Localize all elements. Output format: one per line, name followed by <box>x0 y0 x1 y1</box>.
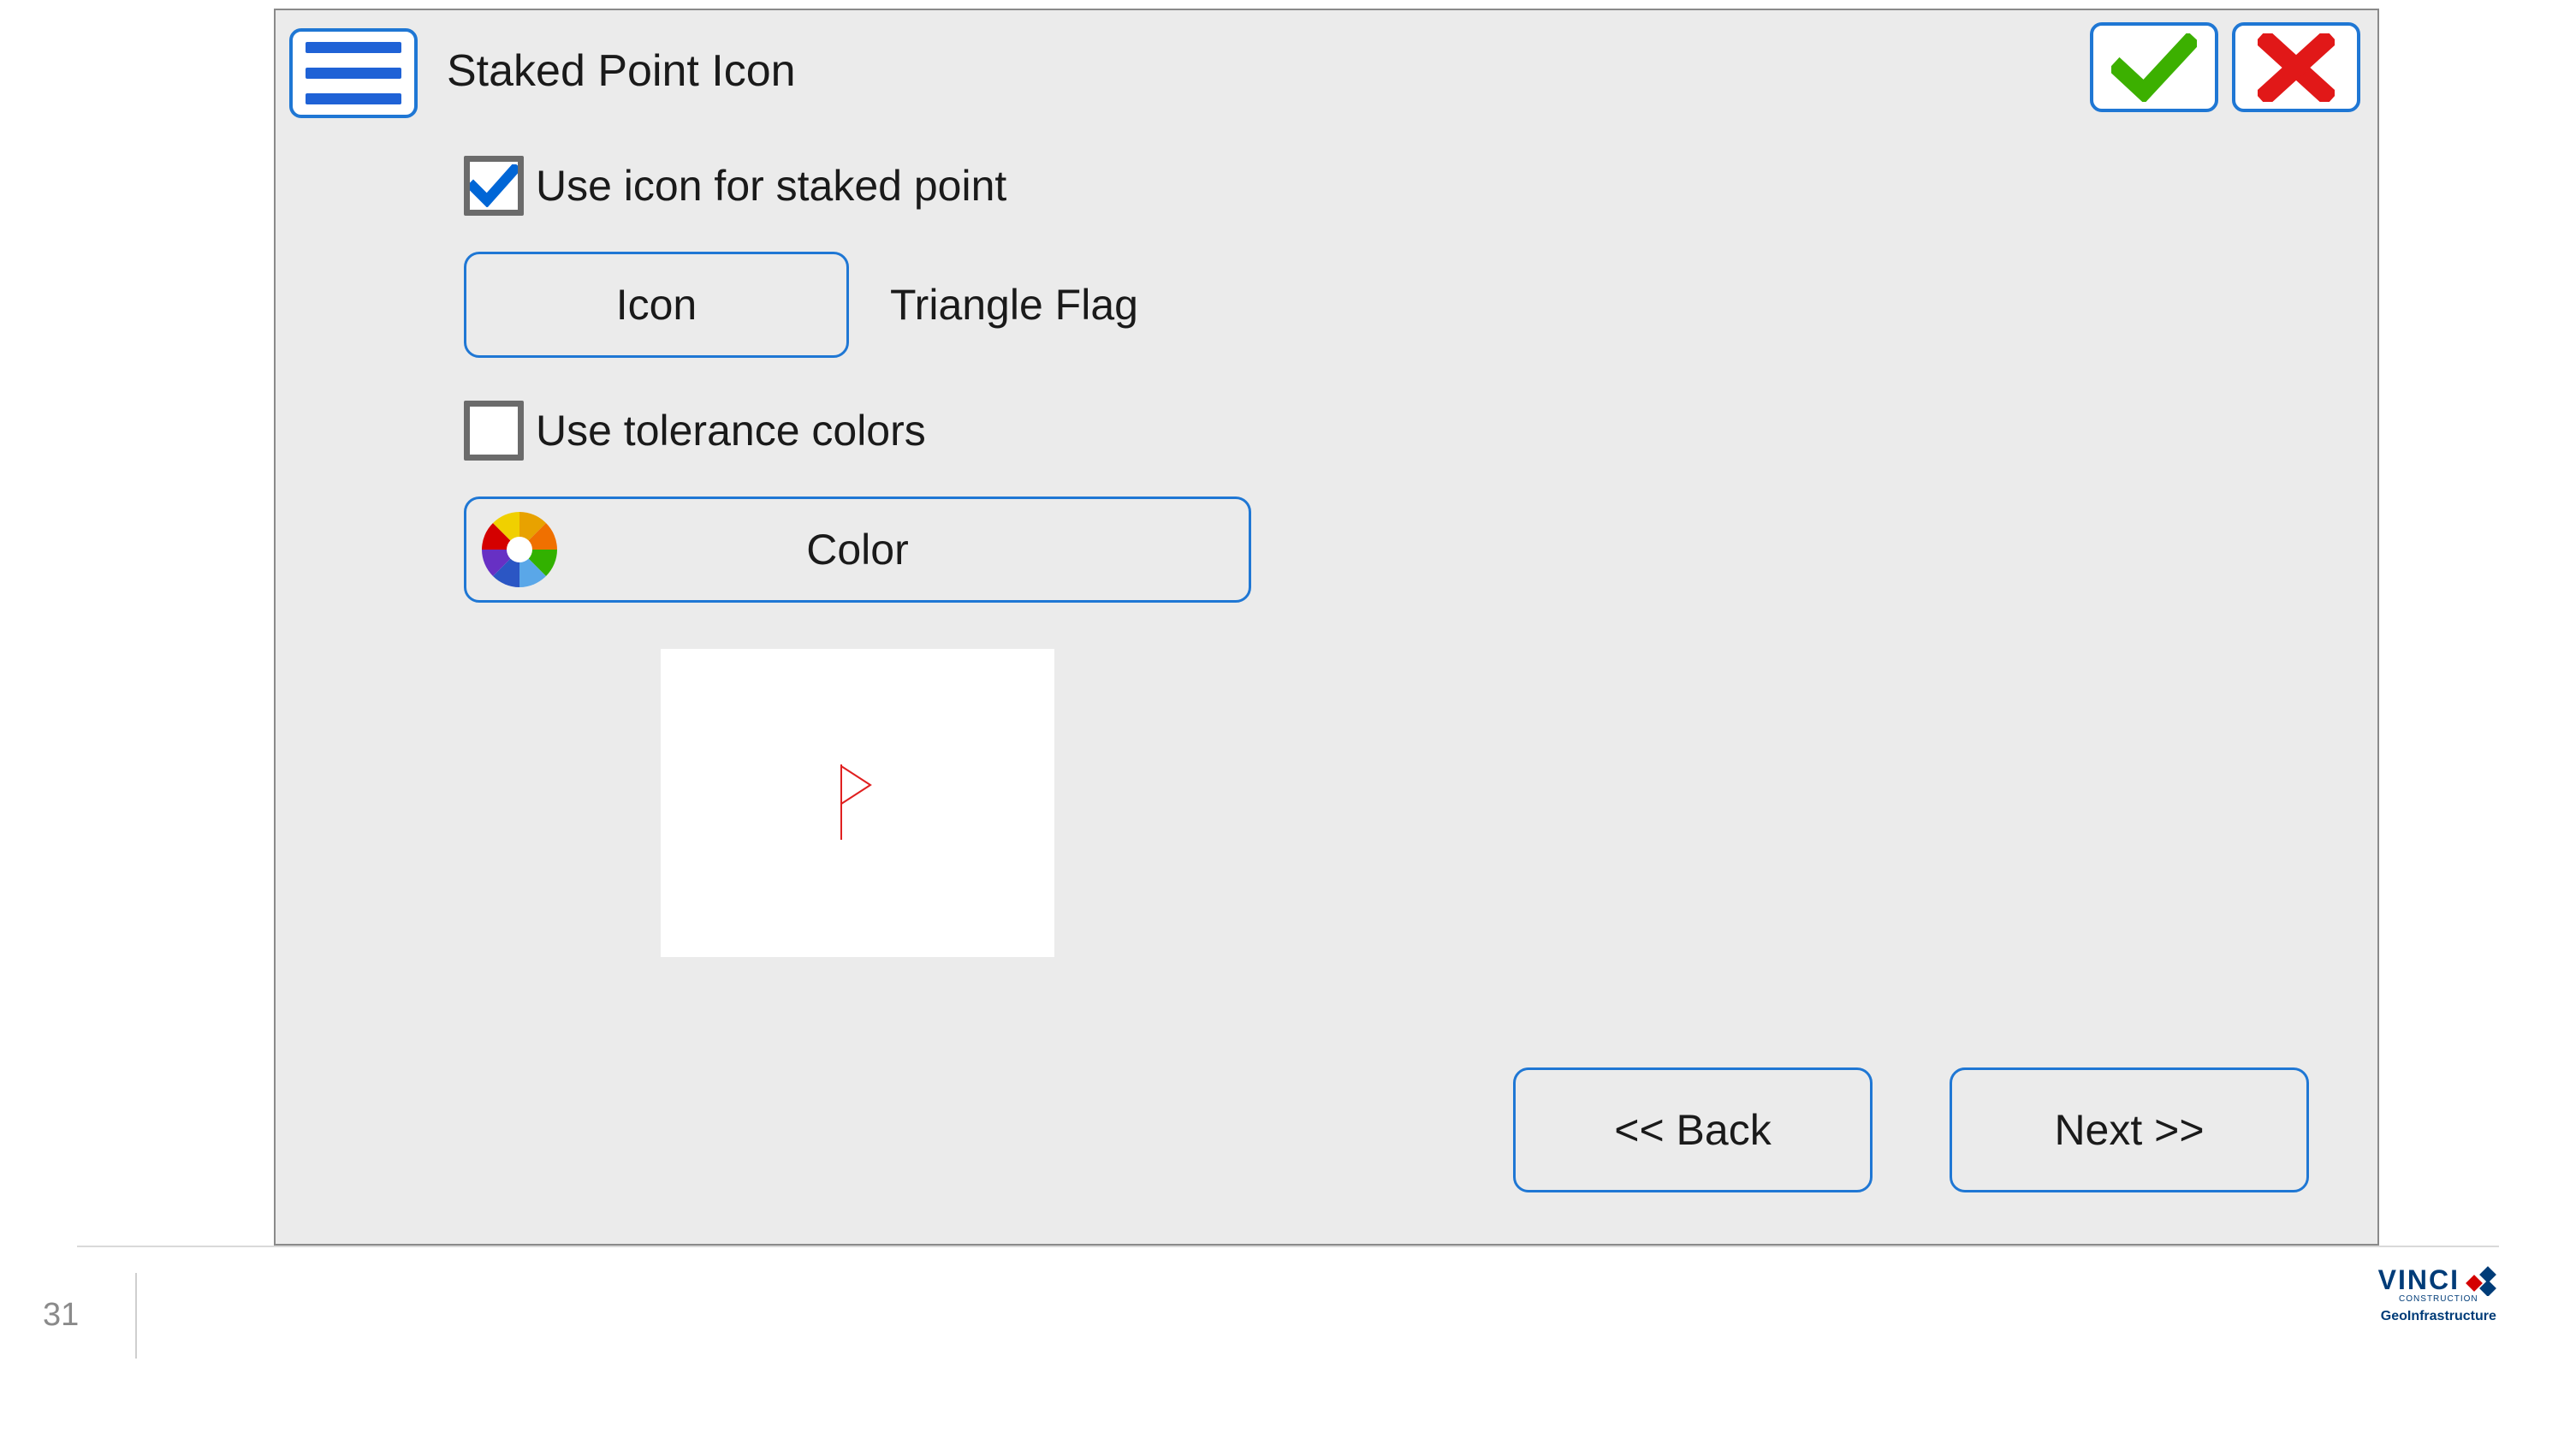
color-wheel-icon <box>477 507 562 592</box>
use-tolerance-checkbox[interactable] <box>464 401 524 461</box>
hamburger-icon <box>306 93 401 104</box>
cancel-button[interactable] <box>2232 22 2360 112</box>
icon-button-label: Icon <box>616 280 697 330</box>
triangle-flag-icon <box>836 764 879 841</box>
color-button-label: Color <box>806 525 908 574</box>
titlebar: Staked Point Icon <box>276 10 2377 122</box>
back-button-label: << Back <box>1614 1105 1771 1155</box>
next-button[interactable]: Next >> <box>1950 1067 2309 1192</box>
icon-preview <box>661 649 1054 957</box>
logo-icon <box>2465 1265 2499 1296</box>
nav-row: << Back Next >> <box>1513 1067 2309 1192</box>
use-icon-label: Use icon for staked point <box>536 161 1006 211</box>
icon-select-row: Icon Triangle Flag <box>464 252 2326 358</box>
use-icon-row: Use icon for staked point <box>464 156 2326 216</box>
logo-subtext-2: GeoInfrastructure <box>2378 1309 2499 1324</box>
use-tolerance-label: Use tolerance colors <box>536 406 926 455</box>
hamburger-icon <box>306 42 401 53</box>
company-logo: VINCI CONSTRUCTION GeoInfrastructure <box>2378 1264 2499 1324</box>
use-icon-checkbox[interactable] <box>464 156 524 216</box>
confirm-button[interactable] <box>2090 22 2218 112</box>
page-divider <box>135 1273 137 1359</box>
slide-footer: 31 VINCI CONSTRUCTION GeoInfrastructure <box>77 1246 2499 1383</box>
page-title: Staked Point Icon <box>447 45 796 97</box>
content-area: Use icon for staked point Icon Triangle … <box>276 122 2377 957</box>
close-icon <box>2258 33 2335 102</box>
use-tolerance-row: Use tolerance colors <box>464 401 2326 461</box>
icon-button[interactable]: Icon <box>464 252 849 358</box>
app-panel: Staked Point Icon Use icon for <box>274 9 2379 1246</box>
hamburger-icon <box>306 68 401 79</box>
next-button-label: Next >> <box>2054 1105 2204 1155</box>
logo-text: VINCI <box>2378 1264 2460 1296</box>
title-actions <box>2090 22 2360 112</box>
back-button[interactable]: << Back <box>1513 1067 1873 1192</box>
checkmark-icon <box>470 164 518 207</box>
icon-value: Triangle Flag <box>890 280 1138 330</box>
color-button[interactable]: Color <box>464 497 1251 603</box>
menu-button[interactable] <box>289 28 418 118</box>
page-number: 31 <box>43 1297 79 1334</box>
checkmark-icon <box>2111 33 2197 102</box>
